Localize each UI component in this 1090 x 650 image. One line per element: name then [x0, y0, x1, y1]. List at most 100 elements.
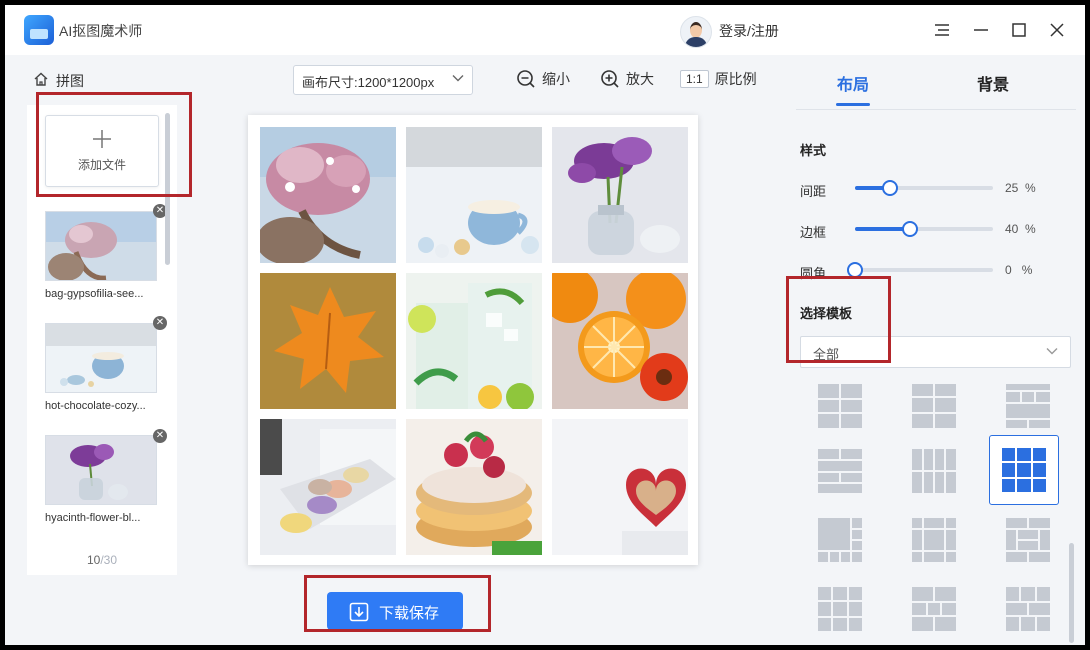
file-list-scrollbar[interactable]: [165, 113, 170, 265]
chevron-down-icon: [1046, 348, 1058, 355]
login-link[interactable]: 登录/注册: [719, 21, 779, 41]
template-option[interactable]: [805, 574, 875, 644]
spacing-slider[interactable]: [855, 180, 993, 196]
remove-file-icon[interactable]: ✕: [153, 429, 167, 443]
corner-label: 圆角: [800, 266, 827, 281]
spacing-value: 25 %: [1005, 181, 1036, 195]
zoom-in-button[interactable]: 放大: [600, 67, 654, 91]
gypsophila-thumbnail: [46, 212, 156, 280]
zoom-in-label: 放大: [626, 71, 654, 87]
template-option[interactable]: [805, 436, 875, 506]
template-fine-grid-icon: [912, 587, 956, 631]
original-ratio-button[interactable]: 1:1 原比例: [680, 67, 757, 91]
file-name: hot-chocolate-cozy...: [45, 400, 146, 412]
collage-cell-hyacinth[interactable]: [552, 127, 688, 263]
user-avatar[interactable]: [680, 16, 712, 48]
collage-cell-pancakes[interactable]: [406, 419, 542, 555]
spacing-value-number: 25: [1005, 181, 1019, 195]
template-filter-value: 全部: [813, 347, 840, 362]
spacing-unit: %: [1025, 181, 1036, 195]
border-value-number: 40: [1005, 222, 1019, 236]
collage-cell-autumn-leaf[interactable]: [260, 273, 396, 409]
template-mosaic-icon: [912, 518, 956, 562]
border-slider-knob[interactable]: [902, 221, 919, 237]
template-banner-icon: [1006, 384, 1050, 428]
collage-cell-macarons[interactable]: [260, 419, 396, 555]
border-slider[interactable]: [855, 221, 993, 237]
collage-cell-oranges[interactable]: [552, 273, 688, 409]
app-window: AI抠图魔术师 登录/注册 拼图 画布尺寸:1200*1200px 缩小 放大 …: [5, 5, 1085, 645]
chevron-down-icon: [452, 75, 464, 82]
template-option[interactable]: [805, 505, 875, 575]
corner-value-number: 0: [1005, 263, 1012, 277]
layout-panel: 布局 背景 样式 间距 25 % 边框 40 % 圆角 0 % 选择模板 全部: [786, 55, 1085, 645]
corner-slider[interactable]: [847, 262, 993, 278]
spacing-label: 间距: [800, 184, 827, 199]
template-option[interactable]: [993, 574, 1063, 644]
corner-value: 0 %: [1005, 263, 1032, 277]
zoom-out-button[interactable]: 缩小: [516, 67, 570, 91]
plus-icon: [93, 130, 111, 148]
border-value: 40 %: [1005, 222, 1036, 236]
file-thumbnail[interactable]: [45, 323, 157, 393]
app-title: AI抠图魔术师: [59, 23, 143, 39]
template-stack-icon: [1006, 587, 1050, 631]
file-name: hyacinth-flower-bl...: [45, 512, 141, 524]
file-count-total: /30: [100, 553, 118, 567]
collage-cell-heart-cup[interactable]: [552, 419, 688, 555]
style-section-title: 样式: [800, 143, 827, 158]
file-thumbnail[interactable]: [45, 435, 157, 505]
template-rows-icon: [818, 449, 862, 493]
collage-cell-lemonade[interactable]: [406, 273, 542, 409]
template-scrollbar[interactable]: [1069, 543, 1074, 643]
template-option[interactable]: [993, 371, 1063, 441]
template-option[interactable]: [899, 505, 969, 575]
file-thumbnail[interactable]: [45, 211, 157, 281]
file-count: 10/30: [27, 553, 177, 567]
add-file-button[interactable]: 添加文件: [45, 115, 159, 187]
download-save-button[interactable]: 下载保存: [327, 592, 463, 630]
template-grid-icon: [818, 587, 862, 631]
active-tab-indicator: [836, 103, 870, 106]
template-filter-select[interactable]: 全部: [800, 336, 1071, 368]
tab-divider: [796, 109, 1076, 110]
template-option[interactable]: [899, 371, 969, 441]
download-icon: [349, 602, 369, 622]
template-section-title: 选择模板: [800, 306, 853, 321]
title-bar: AI抠图魔术师 登录/注册: [5, 5, 1085, 55]
collage-canvas[interactable]: [248, 115, 698, 565]
minimize-icon[interactable]: [970, 19, 992, 41]
border-label: 边框: [800, 225, 827, 240]
collage-cell-hot-chocolate[interactable]: [406, 127, 542, 263]
maximize-icon[interactable]: [1008, 19, 1030, 41]
template-3x3-icon: [1002, 448, 1046, 492]
canvas-size-select[interactable]: 画布尺寸:1200*1200px: [293, 65, 473, 95]
template-option[interactable]: [993, 505, 1063, 575]
template-option[interactable]: [899, 436, 969, 506]
original-ratio-label: 原比例: [714, 71, 757, 87]
file-count-current: 10: [86, 553, 101, 567]
close-window-icon[interactable]: [1046, 19, 1068, 41]
template-option-selected[interactable]: [989, 435, 1059, 505]
template-option[interactable]: [805, 371, 875, 441]
home-label[interactable]: 拼图: [56, 71, 84, 91]
canvas-size-value: 画布尺寸:1200*1200px: [302, 75, 435, 90]
spacing-slider-knob[interactable]: [881, 180, 898, 196]
home-icon[interactable]: [33, 71, 49, 87]
border-unit: %: [1025, 222, 1036, 236]
tab-layout[interactable]: 布局: [837, 71, 869, 95]
template-2x3-icon: [818, 384, 862, 428]
download-save-label: 下载保存: [379, 605, 440, 622]
template-columns-icon: [912, 449, 956, 493]
remove-file-icon[interactable]: ✕: [153, 316, 167, 330]
template-option[interactable]: [899, 574, 969, 644]
menu-icon[interactable]: [931, 19, 953, 41]
file-panel: 添加文件 ✕ bag-gypsofilia-see... ✕ hot-choco…: [27, 105, 177, 575]
template-frame-icon: [1006, 518, 1050, 562]
template-feature-icon: [818, 518, 862, 562]
corner-slider-knob[interactable]: [847, 262, 863, 278]
collage-cell-gypsophila[interactable]: [260, 127, 396, 263]
tab-background[interactable]: 背景: [977, 71, 1009, 95]
ratio-box: 1:1: [680, 70, 709, 88]
zoom-out-label: 缩小: [542, 71, 570, 87]
